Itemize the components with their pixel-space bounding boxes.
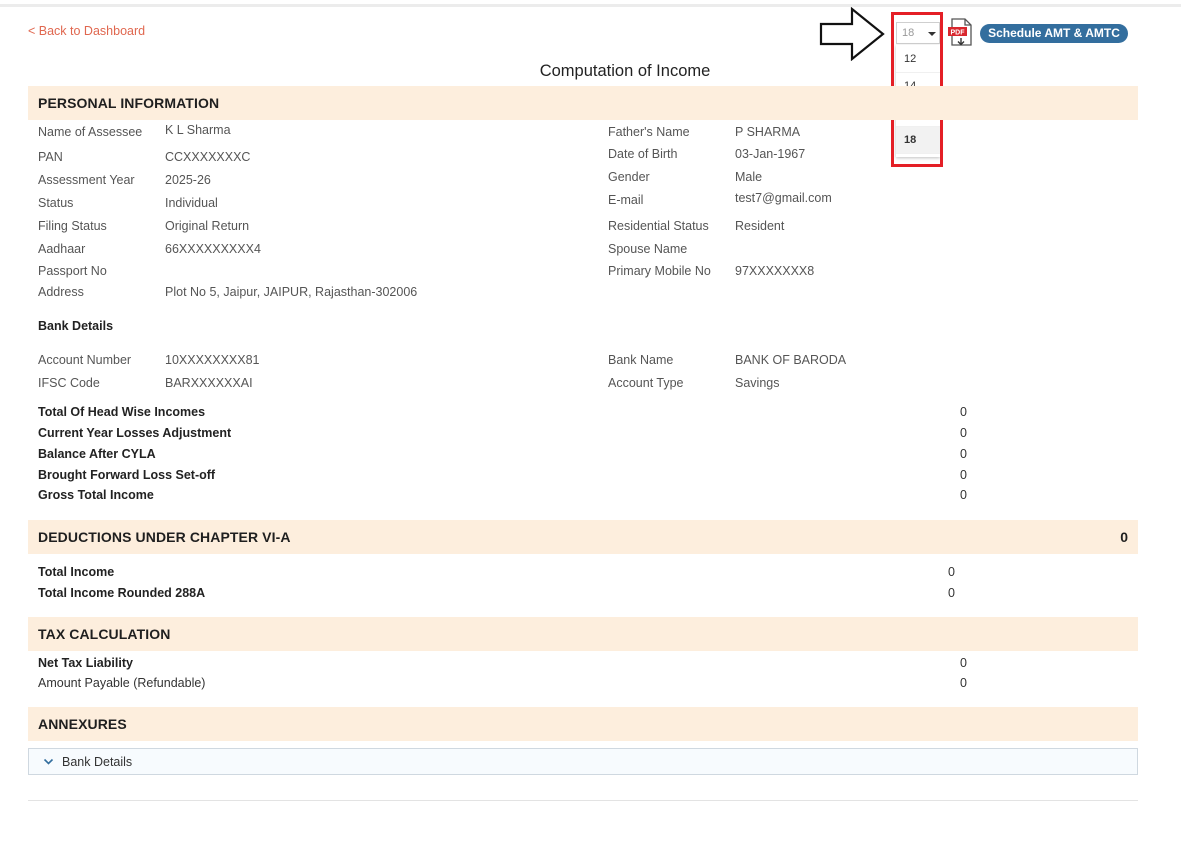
schedule-amt-amtc-button[interactable]: Schedule AMT & AMTC: [980, 24, 1128, 43]
field-label: Gender: [608, 170, 650, 184]
summary-value: 0: [948, 565, 955, 579]
bottom-divider: [28, 800, 1138, 801]
section-title: ANNEXURES: [38, 716, 127, 732]
top-divider: [0, 4, 1181, 7]
summary-label: Total Income: [38, 565, 115, 579]
field-label: Address: [38, 285, 84, 299]
field-label: Bank Name: [608, 353, 674, 367]
section-title: DEDUCTIONS UNDER CHAPTER VI-A: [38, 529, 291, 545]
back-to-dashboard-link[interactable]: < Back to Dashboard: [28, 24, 145, 38]
field-label: Passport No: [38, 264, 107, 278]
field-value: Original Return: [165, 219, 250, 233]
field-value: Savings: [735, 376, 780, 390]
tax-calculation-header: TAX CALCULATION: [28, 617, 1138, 651]
field-label: E-mail: [608, 193, 644, 207]
summary-value: 0: [960, 488, 967, 502]
chevron-down-icon: [43, 758, 54, 765]
field-value: 66XXXXXXXXX4: [165, 242, 261, 256]
field-label: Father's Name: [608, 125, 690, 139]
deductions-header: DEDUCTIONS UNDER CHAPTER VI-A 0: [28, 520, 1138, 554]
section-title: PERSONAL INFORMATION: [38, 95, 220, 111]
summary-label: Net Tax Liability: [38, 656, 133, 670]
annexures-header: ANNEXURES: [28, 707, 1138, 741]
accordion-label: Bank Details: [62, 755, 133, 769]
summary-value: 0: [960, 426, 967, 440]
summary-label: Brought Forward Loss Set-off: [38, 468, 216, 482]
field-label: Date of Birth: [608, 147, 678, 161]
section-title: TAX CALCULATION: [38, 626, 171, 642]
field-value: BANK OF BARODA: [735, 353, 847, 367]
field-value: Male: [735, 170, 763, 184]
field-label: Aadhaar: [38, 242, 86, 256]
field-label: Residential Status: [608, 219, 709, 233]
field-value: P SHARMA: [735, 125, 801, 139]
field-value: K L Sharma: [165, 123, 231, 137]
field-label: Primary Mobile No: [608, 264, 711, 278]
pointer-arrow-icon: [819, 7, 885, 61]
field-value: Plot No 5, Jaipur, JAIPUR, Rajasthan-302…: [165, 285, 418, 299]
field-label: Account Number: [38, 353, 132, 367]
field-value: CCXXXXXXXC: [165, 150, 251, 164]
summary-label: Total Of Head Wise Incomes: [38, 405, 206, 419]
summary-value: 0: [948, 586, 955, 600]
summary-label: Amount Payable (Refundable): [38, 676, 206, 690]
field-value: Individual: [165, 196, 218, 210]
page-title: Computation of Income: [539, 62, 711, 80]
field-value: 03-Jan-1967: [735, 147, 806, 161]
field-value: 97XXXXXXX8: [735, 264, 815, 278]
field-label: Assessment Year: [38, 173, 135, 187]
field-label: Spouse Name: [608, 242, 688, 256]
field-value: test7@gmail.com: [735, 191, 832, 205]
field-value: 2025-26: [165, 173, 211, 187]
summary-label: Gross Total Income: [38, 488, 154, 502]
summary-value: 0: [960, 405, 967, 419]
field-label: PAN: [38, 150, 63, 164]
personal-information-header: PERSONAL INFORMATION: [28, 86, 1138, 120]
summary-value: 0: [960, 676, 967, 690]
pdf-download-icon[interactable]: PDF: [948, 18, 974, 48]
field-label: Account Type: [608, 376, 684, 390]
summary-value: 0: [960, 468, 967, 482]
field-label: IFSC Code: [38, 376, 100, 390]
summary-value: 0: [960, 656, 967, 670]
field-label: Status: [38, 196, 74, 210]
field-value: BARXXXXXXAI: [165, 376, 253, 390]
field-value: 10XXXXXXXX81: [165, 353, 260, 367]
summary-value: 0: [960, 447, 967, 461]
summary-label: Total Income Rounded 288A: [38, 586, 206, 600]
summary-label: Current Year Losses Adjustment: [38, 426, 232, 440]
pdf-icon-label: PDF: [951, 29, 966, 36]
bank-details-accordion[interactable]: Bank Details: [28, 748, 1138, 775]
field-label: Name of Assessee: [38, 125, 143, 139]
field-value: Resident: [735, 219, 785, 233]
field-label: Filing Status: [38, 219, 107, 233]
summary-label: Balance After CYLA: [38, 447, 156, 461]
bank-details-heading: Bank Details: [38, 319, 114, 333]
deductions-total: 0: [1120, 529, 1128, 545]
